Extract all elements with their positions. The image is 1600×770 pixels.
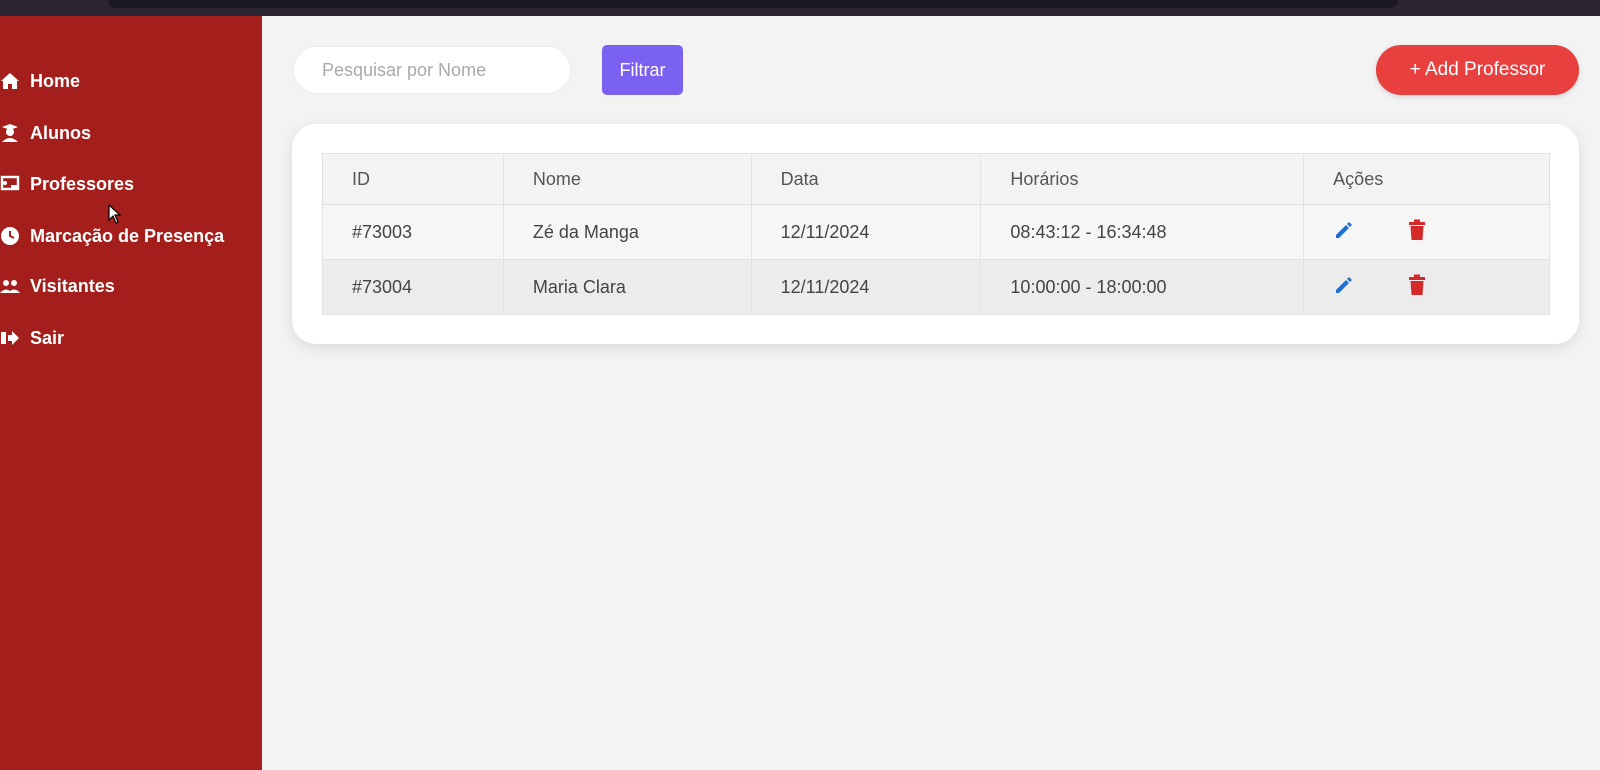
cell-id: #73004 — [322, 259, 504, 315]
cell-data: 12/11/2024 — [750, 204, 982, 260]
sidebar-item-visitantes[interactable]: Visitantes — [0, 271, 115, 301]
table-row: #73004 Maria Clara 12/11/2024 10:00:00 -… — [322, 259, 1550, 315]
sign-out-icon — [0, 327, 22, 349]
sidebar: Home Alunos Professores Marcação de Pres… — [0, 16, 262, 770]
column-header-acoes: Ações — [1303, 153, 1550, 205]
delete-trash-icon[interactable] — [1408, 219, 1426, 246]
cell-horarios: 08:43:12 - 16:34:48 — [980, 204, 1305, 260]
sidebar-item-home[interactable]: Home — [0, 66, 80, 96]
sidebar-item-marcacao[interactable]: Marcação de Presença — [0, 221, 224, 251]
professors-table: ID Nome Data Horários Ações #73003 Zé da… — [322, 153, 1550, 315]
edit-pencil-icon[interactable] — [1333, 219, 1355, 246]
browser-top-bar — [0, 0, 1600, 16]
cell-nome: Zé da Manga — [502, 204, 752, 260]
delete-trash-icon[interactable] — [1408, 274, 1426, 301]
users-icon — [0, 275, 22, 297]
cell-data: 12/11/2024 — [750, 259, 982, 315]
cell-horarios: 10:00:00 - 18:00:00 — [980, 259, 1305, 315]
mouse-cursor-icon — [108, 204, 122, 224]
sidebar-item-label: Sair — [30, 327, 65, 348]
cell-actions — [1303, 204, 1550, 260]
column-header-nome: Nome — [502, 153, 752, 205]
sidebar-item-label: Home — [30, 70, 81, 91]
cell-id: #73003 — [322, 204, 504, 260]
edit-pencil-icon[interactable] — [1333, 274, 1355, 301]
sidebar-item-sair[interactable]: Sair — [0, 323, 64, 353]
table-row: #73003 Zé da Manga 12/11/2024 08:43:12 -… — [322, 204, 1550, 260]
add-professor-button[interactable]: + Add Professor — [1376, 45, 1579, 95]
column-header-horarios: Horários — [980, 153, 1305, 205]
cell-actions — [1303, 259, 1550, 315]
sidebar-item-label: Professores — [30, 173, 135, 194]
table-header-row: ID Nome Data Horários Ações — [322, 153, 1550, 205]
teacher-icon — [0, 173, 22, 195]
sidebar-item-label: Visitantes — [30, 275, 115, 296]
home-icon — [0, 70, 22, 92]
column-header-data: Data — [750, 153, 982, 205]
clock-icon — [0, 225, 22, 247]
browser-tab-strip — [108, 0, 1398, 8]
student-icon — [0, 122, 22, 144]
search-input[interactable] — [293, 46, 571, 94]
sidebar-item-professores[interactable]: Professores — [0, 169, 134, 199]
sidebar-item-label: Alunos — [30, 122, 91, 143]
cell-nome: Maria Clara — [502, 259, 752, 315]
sidebar-item-alunos[interactable]: Alunos — [0, 118, 91, 148]
filter-button[interactable]: Filtrar — [602, 45, 683, 95]
sidebar-item-label: Marcação de Presença — [30, 225, 225, 246]
column-header-id: ID — [322, 153, 504, 205]
